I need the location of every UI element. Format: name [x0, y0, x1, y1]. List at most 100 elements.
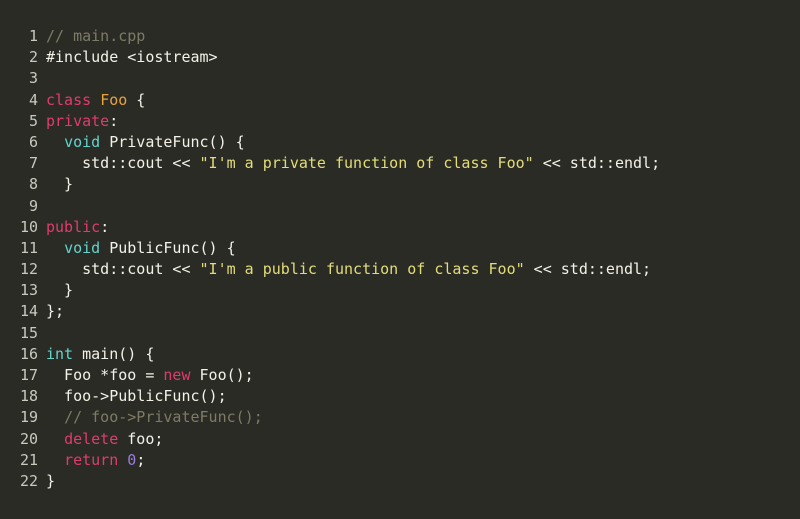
code-line[interactable]: 18 foo->PublicFunc(); — [0, 386, 800, 407]
code-token-plain: foo->PublicFunc(); — [46, 387, 227, 406]
code-line-content[interactable]: } — [38, 471, 55, 492]
line-number: 20 — [19, 429, 38, 448]
code-line[interactable]: 17 Foo *foo = new Foo(); — [0, 365, 800, 386]
line-number: 13 — [19, 281, 38, 300]
code-line[interactable]: 13 } — [0, 280, 800, 301]
code-token-keyword: public — [46, 217, 101, 236]
code-token-plain: Foo *foo = — [46, 366, 164, 384]
code-token-plain: << std::endl; — [524, 260, 652, 279]
code-line-content[interactable]: void PrivateFunc() { — [38, 132, 245, 153]
code-line-content[interactable]: std::cout << "I'm a public function of c… — [38, 259, 651, 280]
code-line[interactable]: 11 void PublicFunc() { — [0, 238, 800, 259]
code-line[interactable]: 7 std::cout << "I'm a private function o… — [0, 153, 800, 174]
line-number: 3 — [28, 69, 38, 88]
code-token-plain: : — [100, 217, 110, 236]
code-token-plain: foo; — [118, 429, 164, 448]
code-line[interactable]: 6 void PrivateFunc() { — [0, 132, 800, 153]
code-line[interactable]: 15 — [0, 323, 800, 344]
code-token-keyword: new — [163, 366, 191, 384]
line-number: 1 — [28, 27, 38, 45]
code-token-plain: } — [46, 471, 56, 490]
code-token-string: "I'm a private function of class Foo" — [199, 154, 534, 173]
code-line-content[interactable]: class Foo { — [38, 90, 145, 111]
code-line-content[interactable]: return 0; — [38, 450, 145, 471]
code-token-plain: << std::endl; — [533, 154, 661, 173]
code-line-content[interactable]: } — [38, 280, 73, 301]
code-token-plain: : — [109, 111, 119, 130]
code-line[interactable]: 5 private: — [0, 111, 800, 132]
code-token-keyword: delete — [64, 429, 119, 448]
code-line[interactable]: 16 int main() { — [0, 344, 800, 365]
code-line[interactable]: 21 return 0; — [0, 450, 800, 471]
code-token-plain: PublicFunc() { — [100, 238, 236, 257]
line-number: 5 — [28, 111, 38, 130]
line-number: 11 — [19, 238, 38, 257]
code-line-content[interactable]: // main.cpp — [38, 26, 145, 47]
code-listing[interactable]: 1 // main.cpp 2 #include <iostream> 3 4 class … — [0, 26, 800, 492]
code-line[interactable]: 3 — [0, 68, 800, 89]
code-line[interactable]: 8 } — [0, 174, 800, 195]
code-line[interactable]: 4 class Foo { — [0, 90, 800, 111]
line-number: 8 — [28, 175, 38, 194]
line-number: 12 — [19, 260, 38, 279]
line-number: 18 — [19, 387, 38, 406]
code-token-plain: PrivateFunc() { — [100, 132, 245, 151]
code-line-content[interactable]: // foo->PrivateFunc(); — [38, 407, 263, 428]
code-line-content[interactable]: int main() { — [38, 344, 154, 365]
code-token-class_name: Foo — [100, 90, 128, 109]
code-token-keyword: class — [46, 90, 92, 109]
code-line-content[interactable]: }; — [38, 301, 64, 322]
code-token-comment: // foo->PrivateFunc(); — [64, 408, 263, 427]
code-line[interactable]: 22} — [0, 471, 800, 492]
code-token-keyword: return — [64, 450, 119, 469]
code-line-content[interactable]: public: — [38, 217, 109, 238]
line-number: 22 — [19, 471, 38, 490]
code-line-content[interactable]: void PublicFunc() { — [38, 238, 236, 259]
code-token-type: int — [46, 344, 74, 363]
code-token-plain: Foo(); — [190, 366, 254, 384]
code-line[interactable]: 14}; — [0, 301, 800, 322]
code-token-plain: std::cout << — [46, 260, 200, 279]
code-line[interactable]: 9 — [0, 196, 800, 217]
line-number: 16 — [19, 344, 38, 363]
line-number: 10 — [19, 217, 38, 236]
code-token-string: "I'm a public function of class Foo" — [199, 260, 525, 279]
code-token-plain: ; — [136, 450, 146, 469]
code-token-keyword: private — [46, 111, 110, 130]
code-token-type: void — [64, 132, 101, 151]
code-token-type: void — [64, 238, 101, 257]
code-line-content[interactable]: std::cout << "I'm a private function of … — [38, 153, 660, 174]
code-line[interactable]: 2 #include <iostream> — [0, 47, 800, 68]
code-line-content[interactable]: #include <iostream> — [38, 47, 218, 68]
code-line[interactable]: 20 delete foo; — [0, 429, 800, 450]
code-token-plain: }; — [46, 302, 65, 321]
code-line[interactable]: 10 public: — [0, 217, 800, 238]
code-token-plain: #include <iostream> — [46, 48, 218, 67]
line-number: 7 — [28, 154, 38, 173]
code-token-plain: { — [127, 90, 146, 109]
code-line[interactable]: 19 // foo->PrivateFunc(); — [0, 407, 800, 428]
code-token-plain: std::cout << — [46, 154, 200, 173]
code-token-function: main — [82, 344, 119, 363]
code-line-content[interactable]: private: — [38, 111, 118, 132]
code-editor-viewport[interactable]: 1 // main.cpp 2 #include <iostream> 3 4 class … — [0, 0, 800, 519]
code-token-comment: // main.cpp — [46, 27, 146, 45]
line-number: 6 — [28, 132, 38, 151]
code-line-content[interactable]: Foo *foo = new Foo(); — [38, 365, 254, 386]
code-line-content[interactable]: delete foo; — [38, 429, 163, 450]
code-line-content[interactable]: } — [38, 174, 73, 195]
code-line[interactable]: 1 // main.cpp — [0, 26, 800, 47]
code-token-plain: } — [46, 175, 74, 194]
code-line[interactable]: 12 std::cout << "I'm a public function o… — [0, 259, 800, 280]
code-line-content[interactable]: foo->PublicFunc(); — [38, 386, 227, 407]
line-number: 4 — [28, 90, 38, 109]
line-number: 2 — [28, 48, 38, 67]
